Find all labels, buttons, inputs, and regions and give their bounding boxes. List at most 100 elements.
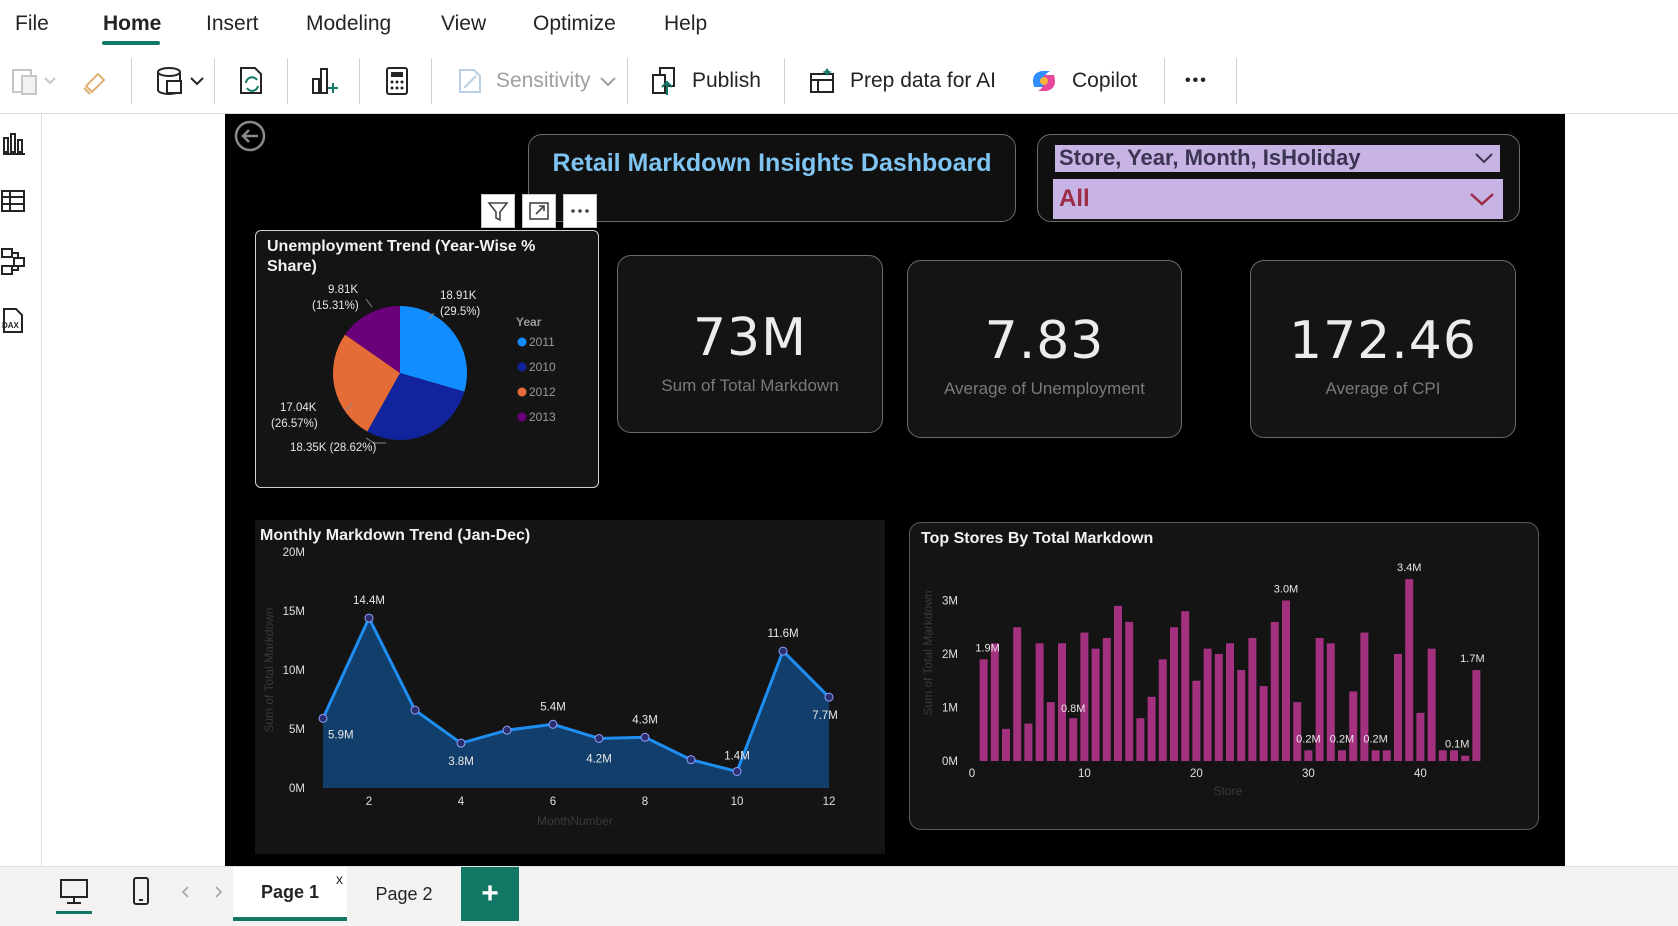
bar-store-9	[1069, 718, 1078, 761]
mobile-layout-icon[interactable]	[128, 875, 154, 909]
bar-store-4	[1013, 627, 1022, 761]
prep-data-icon	[810, 68, 834, 93]
x-tick-label: 2	[366, 796, 372, 808]
filter-button[interactable]	[481, 194, 515, 228]
bar-store-18	[1170, 627, 1178, 761]
toolbar-separator	[431, 58, 432, 104]
data-label: 14.4M	[353, 595, 385, 607]
publish-icon	[652, 67, 675, 95]
bar-chart-visual[interactable]: Top Stores By Total Markdown 0M 1M 2M 3M 0 10…	[909, 522, 1539, 830]
model-view-icon[interactable]	[0, 246, 30, 276]
bar-store-21	[1203, 648, 1212, 761]
data-point	[824, 692, 834, 702]
bar-store-10	[1080, 632, 1089, 761]
chevron-right-icon[interactable]	[212, 885, 224, 899]
data-point	[686, 755, 696, 765]
new-visual-button[interactable]	[309, 62, 341, 100]
bar-store-7	[1046, 702, 1055, 761]
add-page-button[interactable]: +	[461, 867, 519, 921]
x-tick-label: 12	[823, 796, 836, 808]
bar-store-22	[1214, 654, 1223, 761]
format-painter-icon	[83, 72, 106, 95]
copilot-button[interactable]: Copilot	[1028, 62, 1137, 100]
x-tick-label: 4	[458, 796, 465, 808]
prep-data-for-ai-button[interactable]: Prep data for AI	[808, 62, 996, 100]
kpi-label: Average of Unemployment	[944, 379, 1145, 398]
legend-marker-2011	[517, 337, 527, 347]
focus-mode-button[interactable]	[522, 194, 556, 228]
close-page-icon[interactable]: x	[336, 871, 343, 887]
bar-store-12	[1102, 637, 1111, 761]
pie-chart-visual[interactable]: Unemployment Trend (Year-Wise % Share) 1…	[255, 230, 599, 488]
legend-marker-2013	[517, 412, 527, 422]
bar-store-26	[1259, 686, 1268, 761]
bar-store-11	[1091, 648, 1100, 761]
pie-data-label: 18.35K (28.62%)	[290, 442, 376, 454]
data-label: 0.2M	[1330, 733, 1354, 745]
visual-more-options-button[interactable]	[563, 194, 597, 228]
bar-store-39	[1405, 579, 1414, 761]
bar-chart-svg: 0M 1M 2M 3M 0 10 20 30 40 Store Sum of Total Markd…	[921, 562, 1485, 798]
publish-button[interactable]: Publish	[650, 62, 761, 100]
dashboard-title: Retail Markdown Insights Dashboard	[552, 149, 992, 177]
x-tick-label: 10	[731, 796, 744, 808]
page-tab-label: Page 1	[260, 881, 320, 902]
bar-store-34	[1349, 691, 1358, 761]
menu-insert[interactable]: Insert	[206, 12, 259, 36]
data-label: 5.9M	[328, 729, 354, 741]
line-chart-visual[interactable]: Monthly Markdown Trend (Jan-Dec) 0M 5M 10M…	[255, 520, 885, 854]
bar-store-45	[1472, 670, 1481, 761]
toolbar-separator	[359, 58, 360, 104]
kpi-card-total-markdown: 73M Sum of Total Markdown	[617, 255, 883, 433]
data-point	[640, 732, 650, 742]
slicer-dropdown[interactable]: All	[1053, 179, 1503, 219]
filter-icon	[487, 202, 509, 222]
menu-modeling[interactable]: Modeling	[306, 12, 391, 36]
bar-store-2	[990, 643, 999, 761]
page-tab-page-1[interactable]: Page 1 x	[233, 867, 347, 921]
menu-optimize[interactable]: Optimize	[533, 12, 616, 36]
legend-label-2012: 2012	[529, 385, 556, 399]
menu-view[interactable]: View	[441, 12, 486, 36]
refresh-icon	[240, 67, 262, 94]
new-measure-button[interactable]	[382, 62, 412, 100]
data-point	[456, 738, 466, 748]
kpi-value: 172.46	[1289, 311, 1477, 371]
paste-button[interactable]	[10, 62, 60, 100]
bar-store-19	[1181, 611, 1190, 761]
back-arrow-icon[interactable]	[233, 119, 267, 153]
sensitivity-button[interactable]: Sensitivity	[456, 62, 619, 100]
bar-store-8	[1058, 643, 1066, 761]
table-view-icon[interactable]	[0, 186, 30, 216]
kpi-card-avg-cpi: 172.46 Average of CPI	[1250, 260, 1516, 438]
dashboard-title-card: Retail Markdown Insights Dashboard	[528, 134, 1016, 222]
toolbar-separator	[287, 58, 288, 104]
menu-file[interactable]: File	[15, 12, 49, 36]
bar-store-30	[1304, 750, 1313, 761]
menu-help[interactable]: Help	[664, 12, 707, 36]
copilot-label: Copilot	[1072, 69, 1138, 92]
bar-store-37	[1382, 750, 1391, 761]
data-label: 1.7M	[1460, 653, 1484, 665]
y-tick-label: 0M	[942, 756, 958, 768]
more-options-button[interactable]: •••	[1185, 62, 1208, 100]
format-painter-button[interactable]	[80, 62, 112, 100]
slicer-header-label: Store, Year, Month, IsHoliday	[1059, 145, 1361, 170]
dax-query-view-icon[interactable]: DAX	[0, 306, 30, 336]
report-view-icon[interactable]	[0, 128, 30, 158]
chevron-left-icon[interactable]	[180, 885, 192, 899]
y-tick-label: 1M	[942, 703, 958, 715]
refresh-button[interactable]	[237, 62, 269, 100]
menu-home[interactable]: Home	[103, 12, 161, 36]
slicer-header[interactable]: Store, Year, Month, IsHoliday	[1055, 145, 1500, 172]
legend-label-2011: 2011	[529, 335, 555, 349]
kpi-card-avg-unemployment: 7.83 Average of Unemployment	[907, 260, 1182, 438]
pie-data-label: 18.91K	[440, 290, 477, 302]
y-tick-label: 2M	[942, 649, 958, 661]
data-label: 3.8M	[448, 756, 474, 768]
get-data-button[interactable]	[155, 62, 207, 100]
x-tick-label: 10	[1078, 768, 1091, 780]
desktop-layout-icon[interactable]	[58, 877, 90, 907]
legend-marker-2010	[517, 362, 527, 372]
page-tab-page-2[interactable]: Page 2	[352, 867, 456, 921]
